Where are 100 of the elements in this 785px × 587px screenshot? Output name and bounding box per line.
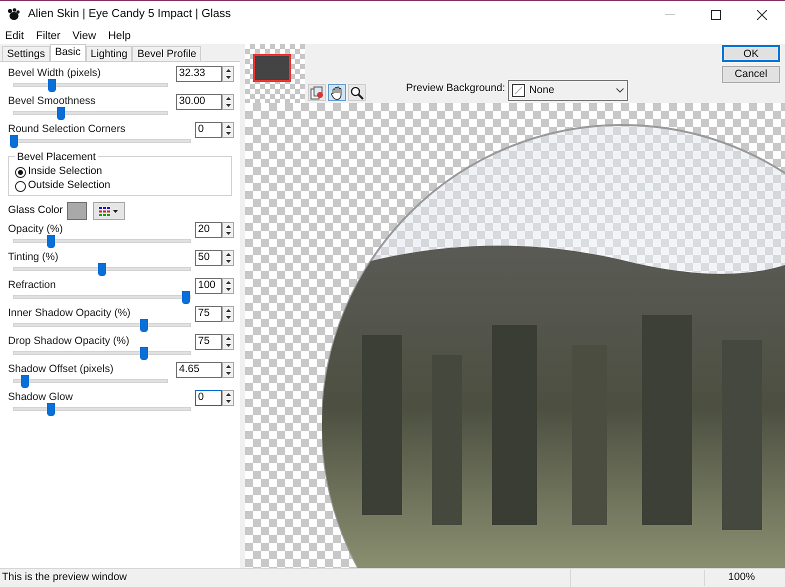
triangle-down-icon — [226, 104, 230, 107]
number-input[interactable]: 0 — [195, 390, 222, 406]
tab[interactable]: Lighting — [86, 46, 132, 61]
menu-item[interactable]: Edit — [5, 28, 24, 44]
slider-thumb[interactable] — [46, 235, 55, 248]
number-input[interactable]: 75 — [195, 306, 222, 322]
slider-thumb[interactable] — [140, 319, 148, 332]
slider-label: Tinting (%) — [8, 251, 60, 264]
slider-thumb[interactable] — [140, 347, 148, 360]
radio-label[interactable]: Inside Selection — [28, 164, 102, 180]
spin-down-button[interactable] — [223, 314, 233, 321]
slider-thumb[interactable] — [10, 135, 18, 148]
slider-thumb[interactable] — [182, 291, 190, 304]
spin-up-button[interactable] — [223, 363, 233, 370]
number-input[interactable]: 20 — [195, 222, 222, 238]
slider-thumb[interactable] — [98, 263, 106, 276]
spin-up-button[interactable] — [223, 391, 233, 398]
triangle-up-icon — [226, 337, 230, 340]
number-input[interactable]: 4.65 — [176, 362, 222, 378]
triangle-up-icon — [226, 125, 230, 128]
spin-down-button[interactable] — [223, 286, 233, 293]
radio-label[interactable]: Outside Selection — [28, 178, 110, 194]
maximize-icon — [711, 10, 721, 20]
tool-button[interactable] — [328, 84, 346, 101]
window-title: Alien Skin | Eye Candy 5 Impact | Glass — [28, 6, 231, 22]
zoom-level: 100% — [704, 570, 785, 586]
color-palette-button[interactable] — [92, 202, 125, 220]
minimize-icon — [665, 14, 675, 15]
status-message: This is the preview window — [1, 570, 128, 586]
dialog-button[interactable]: Cancel — [722, 66, 780, 83]
spin-up-button[interactable] — [223, 307, 233, 314]
hand-icon — [330, 86, 344, 100]
tab[interactable]: Settings — [2, 46, 50, 61]
spin-down-button[interactable] — [223, 230, 233, 237]
triangle-up-icon — [226, 393, 230, 396]
triangle-up-icon — [226, 309, 230, 312]
preview-background-dropdown[interactable]: None — [508, 80, 628, 101]
radio-button[interactable] — [15, 180, 26, 192]
menu-item[interactable]: Help — [108, 28, 131, 44]
number-input[interactable]: 32.33 — [176, 66, 222, 82]
slider-thumb[interactable] — [57, 107, 66, 120]
chevron-down-icon — [616, 88, 624, 93]
triangle-up-icon — [226, 281, 230, 284]
color-swatch[interactable] — [66, 202, 87, 220]
triangle-up-icon — [226, 253, 230, 256]
spin-down-button[interactable] — [223, 258, 233, 265]
spin-up-button[interactable] — [223, 123, 233, 130]
slider-label: Refraction — [8, 279, 57, 292]
tab[interactable]: Bevel Profile — [132, 46, 202, 61]
menu-item[interactable]: Filter — [36, 28, 60, 44]
slider-label: Bevel Smoothness — [8, 95, 97, 108]
triangle-down-icon — [226, 132, 230, 135]
navigator-thumbnail[interactable] — [245, 44, 305, 103]
spin-down-button[interactable] — [223, 342, 233, 349]
dialog-button[interactable]: OK — [722, 45, 780, 62]
swatch-icon — [512, 84, 526, 97]
spin-up-button[interactable] — [223, 223, 233, 230]
tool-button[interactable] — [308, 84, 326, 101]
number-input[interactable]: 0 — [195, 122, 222, 138]
triangle-down-icon — [226, 288, 230, 291]
number-input[interactable]: 30.00 — [176, 94, 222, 110]
slider-label: Inner Shadow Opacity (%) — [8, 307, 132, 320]
triangle-down-icon — [226, 316, 230, 319]
triangle-down-icon — [226, 260, 230, 263]
spin-up-button[interactable] — [223, 251, 233, 258]
spin-up-button[interactable] — [223, 335, 233, 342]
triangle-down-icon — [226, 372, 230, 375]
radio-button[interactable] — [15, 166, 26, 178]
tab[interactable]: Basic — [50, 44, 86, 61]
slider-label: Opacity (%) — [8, 223, 64, 236]
triangle-down-icon — [226, 232, 230, 235]
number-input[interactable]: 50 — [195, 250, 222, 266]
caret-icon — [113, 210, 118, 212]
slider-thumb[interactable] — [48, 79, 56, 92]
spin-up-button[interactable] — [223, 95, 233, 102]
number-input[interactable]: 100 — [195, 278, 222, 294]
spin-down-button[interactable] — [223, 74, 233, 81]
slider-thumb[interactable] — [46, 403, 55, 416]
number-input[interactable]: 75 — [195, 334, 222, 350]
spin-down-button[interactable] — [223, 398, 233, 405]
slider-label: Round Selection Corners — [8, 123, 126, 136]
triangle-down-icon — [226, 76, 230, 79]
slider-thumb[interactable] — [20, 375, 29, 388]
spin-up-button[interactable] — [223, 67, 233, 74]
menu-item[interactable]: View — [72, 28, 96, 44]
magnifier-icon — [350, 86, 364, 100]
triangle-up-icon — [226, 225, 230, 228]
preview-background-label: Preview Background: — [406, 81, 506, 96]
color-grid-icon — [99, 206, 110, 216]
spin-down-button[interactable] — [223, 102, 233, 109]
spin-down-button[interactable] — [223, 370, 233, 377]
paw-logo-icon — [7, 8, 20, 21]
triangle-up-icon — [226, 365, 230, 368]
spin-up-button[interactable] — [223, 279, 233, 286]
close-icon — [757, 10, 767, 20]
triangle-down-icon — [226, 400, 230, 403]
spin-down-button[interactable] — [223, 130, 233, 137]
glass-color-label: Glass Color — [8, 203, 63, 218]
tool-button[interactable] — [348, 84, 366, 101]
slider-label: Shadow Offset (pixels) — [8, 363, 114, 376]
